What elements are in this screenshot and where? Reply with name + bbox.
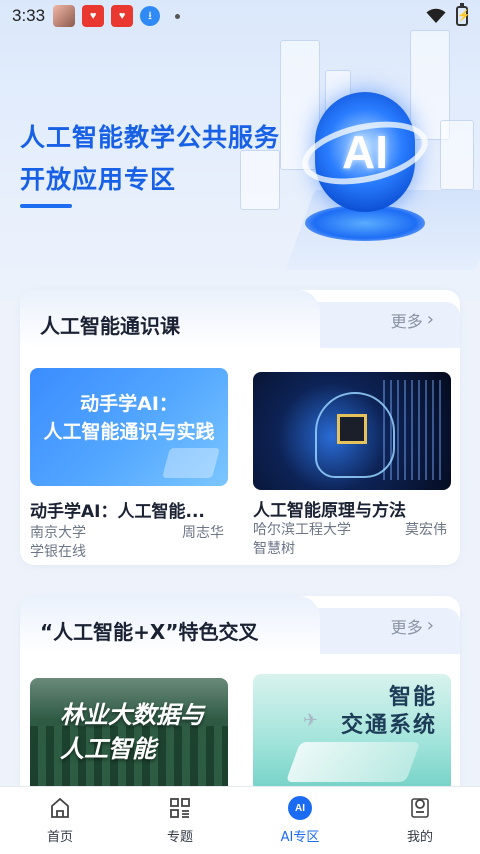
thumbnail-text-line1: 智能 [388, 685, 437, 710]
nav-item-ai-zone[interactable]: AI AI专区 [240, 787, 360, 854]
nav-item-profile[interactable]: 我的 [360, 787, 480, 854]
more-label: 更多 [390, 312, 423, 331]
course-platform: 学银在线 [30, 544, 86, 560]
status-time: 3:33 [12, 6, 46, 25]
notification-app-icon: ♥ [82, 5, 105, 27]
course-thumbnail[interactable] [253, 372, 451, 490]
ai-badge: AI [288, 796, 312, 820]
nav-item-topics[interactable]: 专题 [120, 787, 240, 854]
more-button[interactable]: 更多 › [391, 308, 434, 332]
grid-icon [168, 796, 192, 820]
bottom-nav: 首页 专题 AI AI专区 我的 [0, 786, 480, 854]
section-title: 人工智能通识课 [40, 314, 180, 338]
profile-icon [408, 796, 432, 820]
course-platform: 智慧树 [253, 541, 295, 557]
course-teacher: 周志华 [182, 525, 224, 541]
course-school: 南京大学 [30, 525, 86, 541]
nav-label: AI专区 [280, 830, 320, 845]
nav-label: 专题 [166, 830, 193, 845]
notification-app-icon: ♥ [111, 5, 134, 27]
course-title[interactable]: 动手学AI：人工智能... [30, 497, 205, 522]
course-teacher: 莫宏伟 [405, 522, 447, 538]
course-thumbnail[interactable]: ✈ 智能 交通系统 [253, 674, 451, 792]
battery-icon [456, 3, 471, 26]
section-ai-plus-x: “人工智能+X”特色交叉 更多 › 林业大数据与 人工智能 ✈ 智能 交通系统 [20, 596, 460, 816]
nav-label: 我的 [406, 830, 433, 845]
course-thumbnail[interactable]: 林业大数据与 人工智能 [30, 678, 228, 796]
hero-banner: AI 人工智能教学公共服务 开放应用专区 [0, 0, 480, 330]
hero-title-line1: 人工智能教学公共服务 [20, 123, 281, 152]
chevron-right-icon: › [426, 309, 434, 330]
decor-block [440, 120, 474, 190]
ai-orb-illustration: AI [296, 92, 434, 212]
nav-item-home[interactable]: 首页 [0, 787, 120, 854]
thumbnail-text-line2: 人工智能 [60, 735, 156, 763]
wifi-icon [426, 8, 446, 23]
more-notifications-dot-icon [175, 13, 181, 19]
hero-underline [20, 204, 72, 208]
more-button[interactable]: 更多 › [391, 614, 434, 638]
ai-orb-label: AI [342, 126, 388, 178]
thumbnail-text-line2: 人工智能通识与实践 [43, 421, 215, 443]
home-icon [48, 796, 72, 820]
nav-label: 首页 [46, 830, 73, 845]
more-label: 更多 [390, 618, 423, 637]
course-school: 哈尔滨工程大学 [253, 522, 351, 538]
hero-title-line2: 开放应用专区 [20, 165, 177, 194]
course-thumbnail[interactable]: 动手学AI： 人工智能通识与实践 [30, 368, 228, 486]
section-title: “人工智能+X”特色交叉 [40, 620, 259, 644]
chevron-right-icon: › [426, 615, 434, 636]
ai-icon: AI [288, 796, 312, 820]
hero-title: 人工智能教学公共服务 开放应用专区 [20, 117, 280, 201]
thumbnail-text-line1: 动手学AI： [80, 393, 178, 415]
download-icon: ⭳ [140, 6, 161, 26]
course-title[interactable]: 人工智能原理与方法 [253, 496, 406, 521]
thumbnail-text-line1: 林业大数据与 [60, 701, 204, 729]
status-bar: 3:33 ♥ ♥ ⭳ [0, 0, 480, 32]
notification-avatar-icon [53, 5, 76, 27]
thumbnail-text-line2: 交通系统 [340, 713, 437, 738]
section-ai-general-courses: 人工智能通识课 更多 › 动手学AI： 人工智能通识与实践 动手学AI：人工智能… [20, 290, 460, 565]
